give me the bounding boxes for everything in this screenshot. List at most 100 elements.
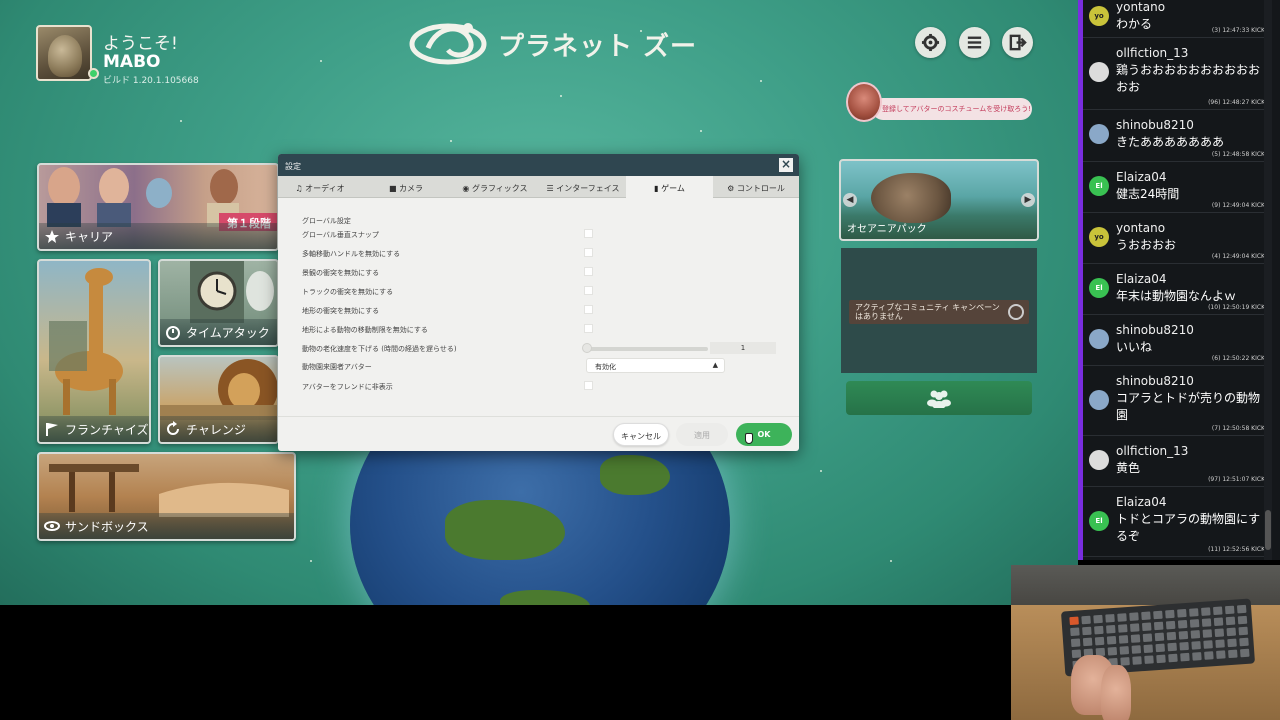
campaign-avatar[interactable] bbox=[846, 82, 882, 122]
costume-campaign-bubble[interactable]: 登録してアバターのコスチュームを受け取ろう! bbox=[872, 98, 1032, 120]
chevron-left-icon[interactable]: ◀ bbox=[843, 193, 857, 207]
keyboard-key bbox=[1226, 627, 1237, 637]
tab-interface[interactable]: ☰ インターフェイス bbox=[540, 176, 626, 198]
career-tile[interactable]: 第１段階 キャリア bbox=[37, 163, 279, 251]
track-collision-label: トラックの衝突を無効にする bbox=[302, 288, 394, 296]
settings-tabs: ♫ オーディオ ■ カメラ ◉ グラフィックス ☰ インターフェイス ▮ ゲーム… bbox=[278, 176, 799, 198]
chat-scrollbar-thumb[interactable] bbox=[1265, 510, 1271, 550]
setting-row: アバターをフレンドに非表示 bbox=[302, 380, 782, 394]
menu-icon[interactable] bbox=[959, 27, 990, 58]
chat-username: ollfiction_13 bbox=[1116, 46, 1189, 60]
terrain-movement-checkbox[interactable] bbox=[584, 324, 593, 333]
chat-username: Elaiza04 bbox=[1116, 272, 1167, 286]
close-icon[interactable]: × bbox=[779, 158, 793, 172]
keyboard-key bbox=[1069, 616, 1079, 626]
time-attack-tile[interactable]: タイムアタック bbox=[158, 259, 279, 347]
tab-graphics[interactable]: ◉ グラフィックス bbox=[450, 176, 540, 198]
keyboard-key bbox=[1143, 644, 1154, 654]
avatar-dropdown[interactable]: 有効化 ▲ bbox=[586, 358, 725, 373]
kiwi-image bbox=[871, 173, 951, 223]
dialog-footer-divider bbox=[278, 416, 799, 417]
aging-slider-handle[interactable] bbox=[582, 343, 592, 353]
keyboard-key bbox=[1141, 611, 1151, 621]
list-icon: ☰ bbox=[546, 184, 557, 193]
keyboard-key bbox=[1118, 635, 1129, 644]
zookeeper-avatar-label: 動物園来園者アバター bbox=[302, 363, 372, 371]
tab-interface-label: インターフェイス bbox=[556, 184, 620, 193]
keyboard-key bbox=[1093, 614, 1103, 624]
keyboard-key bbox=[1191, 641, 1201, 650]
chat-scrollbar[interactable] bbox=[1264, 0, 1272, 560]
aging-slider[interactable] bbox=[586, 347, 708, 351]
terrain-collision-checkbox[interactable] bbox=[584, 305, 593, 314]
chat-message-meta: (11) 12:52:56 KICK bbox=[1208, 546, 1265, 553]
giraffe-image bbox=[49, 268, 123, 415]
grid-snap-label: グローバル垂直スナップ bbox=[302, 231, 379, 239]
hide-avatar-checkbox[interactable] bbox=[584, 381, 593, 390]
track-collision-checkbox[interactable] bbox=[584, 286, 593, 295]
friends-button[interactable] bbox=[846, 381, 1032, 415]
scenery-collision-label: 景観の衝突を無効にする bbox=[302, 269, 380, 277]
caret-up-icon: ▲ bbox=[712, 361, 718, 369]
multi-move-checkbox[interactable] bbox=[584, 248, 593, 257]
chat-message-meta: (7) 12:50:58 KICK bbox=[1211, 425, 1265, 432]
chat-message-text: 年末は動物園なんよｗ bbox=[1116, 289, 1237, 303]
cancel-button[interactable]: キャンセル bbox=[613, 423, 669, 446]
keyboard-key bbox=[1070, 627, 1080, 637]
webcam-overlay bbox=[1011, 565, 1280, 720]
multi-move-label: 多軸移動ハンドルを無効にする bbox=[302, 250, 401, 258]
franchise-tile[interactable]: フランチャイズ bbox=[37, 259, 151, 444]
keyboard-key bbox=[1070, 638, 1081, 648]
chat-message-meta: (4) 12:49:04 KICK bbox=[1211, 253, 1265, 260]
scenery-collision-checkbox[interactable] bbox=[584, 267, 593, 276]
keyboard-key bbox=[1082, 626, 1092, 636]
keyboard-key bbox=[1216, 650, 1226, 659]
chat-username: Elaiza04 bbox=[1116, 170, 1167, 184]
chat-avatar: El bbox=[1089, 176, 1109, 196]
keyboard-key bbox=[1131, 645, 1142, 654]
keyboard-key bbox=[1119, 646, 1130, 655]
keyboard-key bbox=[1165, 620, 1176, 630]
setting-row: 景観の衝突を無効にする bbox=[302, 266, 782, 280]
chat-avatar: yo bbox=[1089, 227, 1109, 247]
tab-camera[interactable]: ■ カメラ bbox=[362, 176, 450, 198]
chat-message-text: コアラとトドが売りの動物園 bbox=[1116, 391, 1261, 422]
grid-snap-checkbox[interactable] bbox=[584, 229, 593, 238]
tab-controls-label: コントロール bbox=[736, 184, 785, 193]
tab-controls[interactable]: ⚙ コントロール bbox=[713, 176, 799, 198]
chat-username: shinobu8210 bbox=[1116, 374, 1194, 388]
landmass bbox=[600, 455, 670, 495]
keyboard-key bbox=[1204, 651, 1214, 660]
tab-audio-label: オーディオ bbox=[305, 184, 345, 193]
setting-row: トラックの衝突を無効にする bbox=[302, 285, 782, 299]
section-title: グローバル設定 bbox=[302, 217, 351, 225]
keyboard-key bbox=[1107, 646, 1118, 656]
keyboard-key bbox=[1129, 612, 1139, 621]
stream-chat-panel: yo yontano わかる (3) 12:47:33 KICK ollfiction_… bbox=[1078, 0, 1280, 560]
chat-message-text: 黄色 bbox=[1116, 461, 1141, 475]
exit-icon[interactable] bbox=[1002, 27, 1033, 58]
chat-message: El Elaiza04 トドとコアラの動物園にするぞ (11) 12:52:56 KI… bbox=[1083, 487, 1269, 557]
tab-audio[interactable]: ♫ オーディオ bbox=[278, 176, 362, 198]
career-label-text: キャリア bbox=[65, 230, 114, 244]
keyboard-key bbox=[1225, 616, 1236, 626]
dialog-title: 設定 bbox=[285, 162, 301, 171]
aging-value-field[interactable]: 1 bbox=[710, 342, 776, 354]
gear-icon[interactable] bbox=[915, 27, 946, 58]
build-version: ビルド 1.20.1.105668 bbox=[103, 76, 199, 86]
welcome-text: ようこそ! bbox=[103, 34, 178, 54]
chat-message-meta: (6) 12:50:22 KICK bbox=[1211, 355, 1265, 362]
setting-row: 地形による動物の移動制限を無効にする bbox=[302, 323, 782, 337]
apply-button[interactable]: 適用 bbox=[676, 423, 728, 446]
sandbox-tile[interactable]: サンドボックス bbox=[37, 452, 296, 541]
avatar[interactable] bbox=[36, 25, 92, 81]
setting-row: 地形の衝突を無効にする bbox=[302, 304, 782, 318]
tab-game[interactable]: ▮ ゲーム bbox=[626, 176, 713, 198]
sandbox-label: サンドボックス bbox=[39, 513, 294, 539]
tab-camera-label: カメラ bbox=[399, 184, 424, 193]
keyboard-key bbox=[1189, 608, 1199, 617]
chevron-right-icon[interactable]: ▶ bbox=[1021, 193, 1035, 207]
challenge-tile[interactable]: チャレンジ bbox=[158, 355, 279, 444]
oceania-pack-banner[interactable]: ◀ ▶ オセアニアパック bbox=[839, 159, 1039, 241]
keyboard-key bbox=[1203, 640, 1213, 649]
